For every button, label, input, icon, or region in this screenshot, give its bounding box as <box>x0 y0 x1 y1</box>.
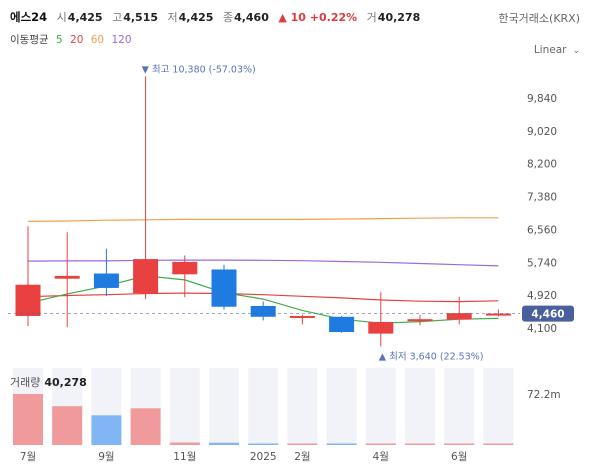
current-price-label: 4,460 <box>531 309 564 321</box>
volume-bar <box>287 443 318 445</box>
volume-bar <box>91 415 122 445</box>
volume-panel-label: 거래량 <box>10 376 41 389</box>
candle-body <box>446 313 472 320</box>
x-tick-label: 6월 <box>451 451 467 463</box>
y-tick-label: 8,200 <box>527 159 557 171</box>
volume-slot <box>169 368 200 445</box>
candle-body <box>289 315 315 318</box>
volume-slot <box>326 368 357 445</box>
y-tick-label: 7,380 <box>527 192 557 204</box>
volume-bar <box>52 406 83 445</box>
candle-body <box>250 305 276 317</box>
y-tick-label: 4,100 <box>527 323 557 335</box>
volume-bar <box>13 394 43 445</box>
candle-body <box>93 273 119 288</box>
candle-body <box>172 261 198 275</box>
y-tick-label: 4,920 <box>527 290 557 302</box>
candle-body <box>54 275 80 279</box>
candle-body <box>407 319 433 322</box>
x-tick-label: 2025 <box>250 451 277 463</box>
y-tick-label: 9,840 <box>527 93 557 105</box>
x-tick-label: 4월 <box>373 451 389 463</box>
x-tick-label: 9월 <box>98 451 114 463</box>
candle-body <box>15 284 41 316</box>
volume-slot <box>209 368 239 445</box>
volume-header: 거래량 40,278 <box>10 374 87 390</box>
ma120-line <box>27 259 499 267</box>
volume-bar <box>248 443 279 445</box>
volume-axis-label: 72.2m <box>527 389 561 401</box>
high-annotation: ▼ 최고 10,380 (-57.03%) <box>142 64 256 75</box>
volume-bar <box>169 442 200 445</box>
volume-panel-value: 40,278 <box>44 376 87 389</box>
candle-body <box>329 316 355 333</box>
price-chart[interactable]: 4,100 4,920 5,740 6,560 7,380 8,200 9,020 9,840… <box>0 0 600 476</box>
volume-bar <box>130 408 161 445</box>
x-tick-label: 2월 <box>294 451 310 463</box>
volume-slot <box>287 368 318 445</box>
low-annotation: ▲ 최저 3,640 (22.53%) <box>379 351 484 362</box>
candle-body <box>133 259 159 294</box>
volume-bar <box>405 443 435 445</box>
volume-bar <box>326 443 357 445</box>
x-tick-label: 7월 <box>20 451 36 463</box>
y-tick-label: 5,740 <box>527 257 557 269</box>
volume-bar <box>444 443 475 445</box>
volume-slot <box>483 368 514 445</box>
ma20-line <box>27 292 499 303</box>
volume-bar <box>483 443 514 445</box>
volume-slot <box>365 368 396 445</box>
x-tick-label: 11월 <box>173 451 196 463</box>
volume-slot <box>405 368 435 445</box>
y-tick-label: 6,560 <box>527 224 557 236</box>
volume-slot <box>248 368 279 445</box>
ma60-line <box>27 217 499 222</box>
candle-body <box>211 269 237 307</box>
volume-bar <box>365 443 396 445</box>
y-tick-label: 9,020 <box>527 126 557 138</box>
volume-bar <box>209 442 239 445</box>
candle-body <box>368 321 394 334</box>
volume-slot <box>444 368 475 445</box>
